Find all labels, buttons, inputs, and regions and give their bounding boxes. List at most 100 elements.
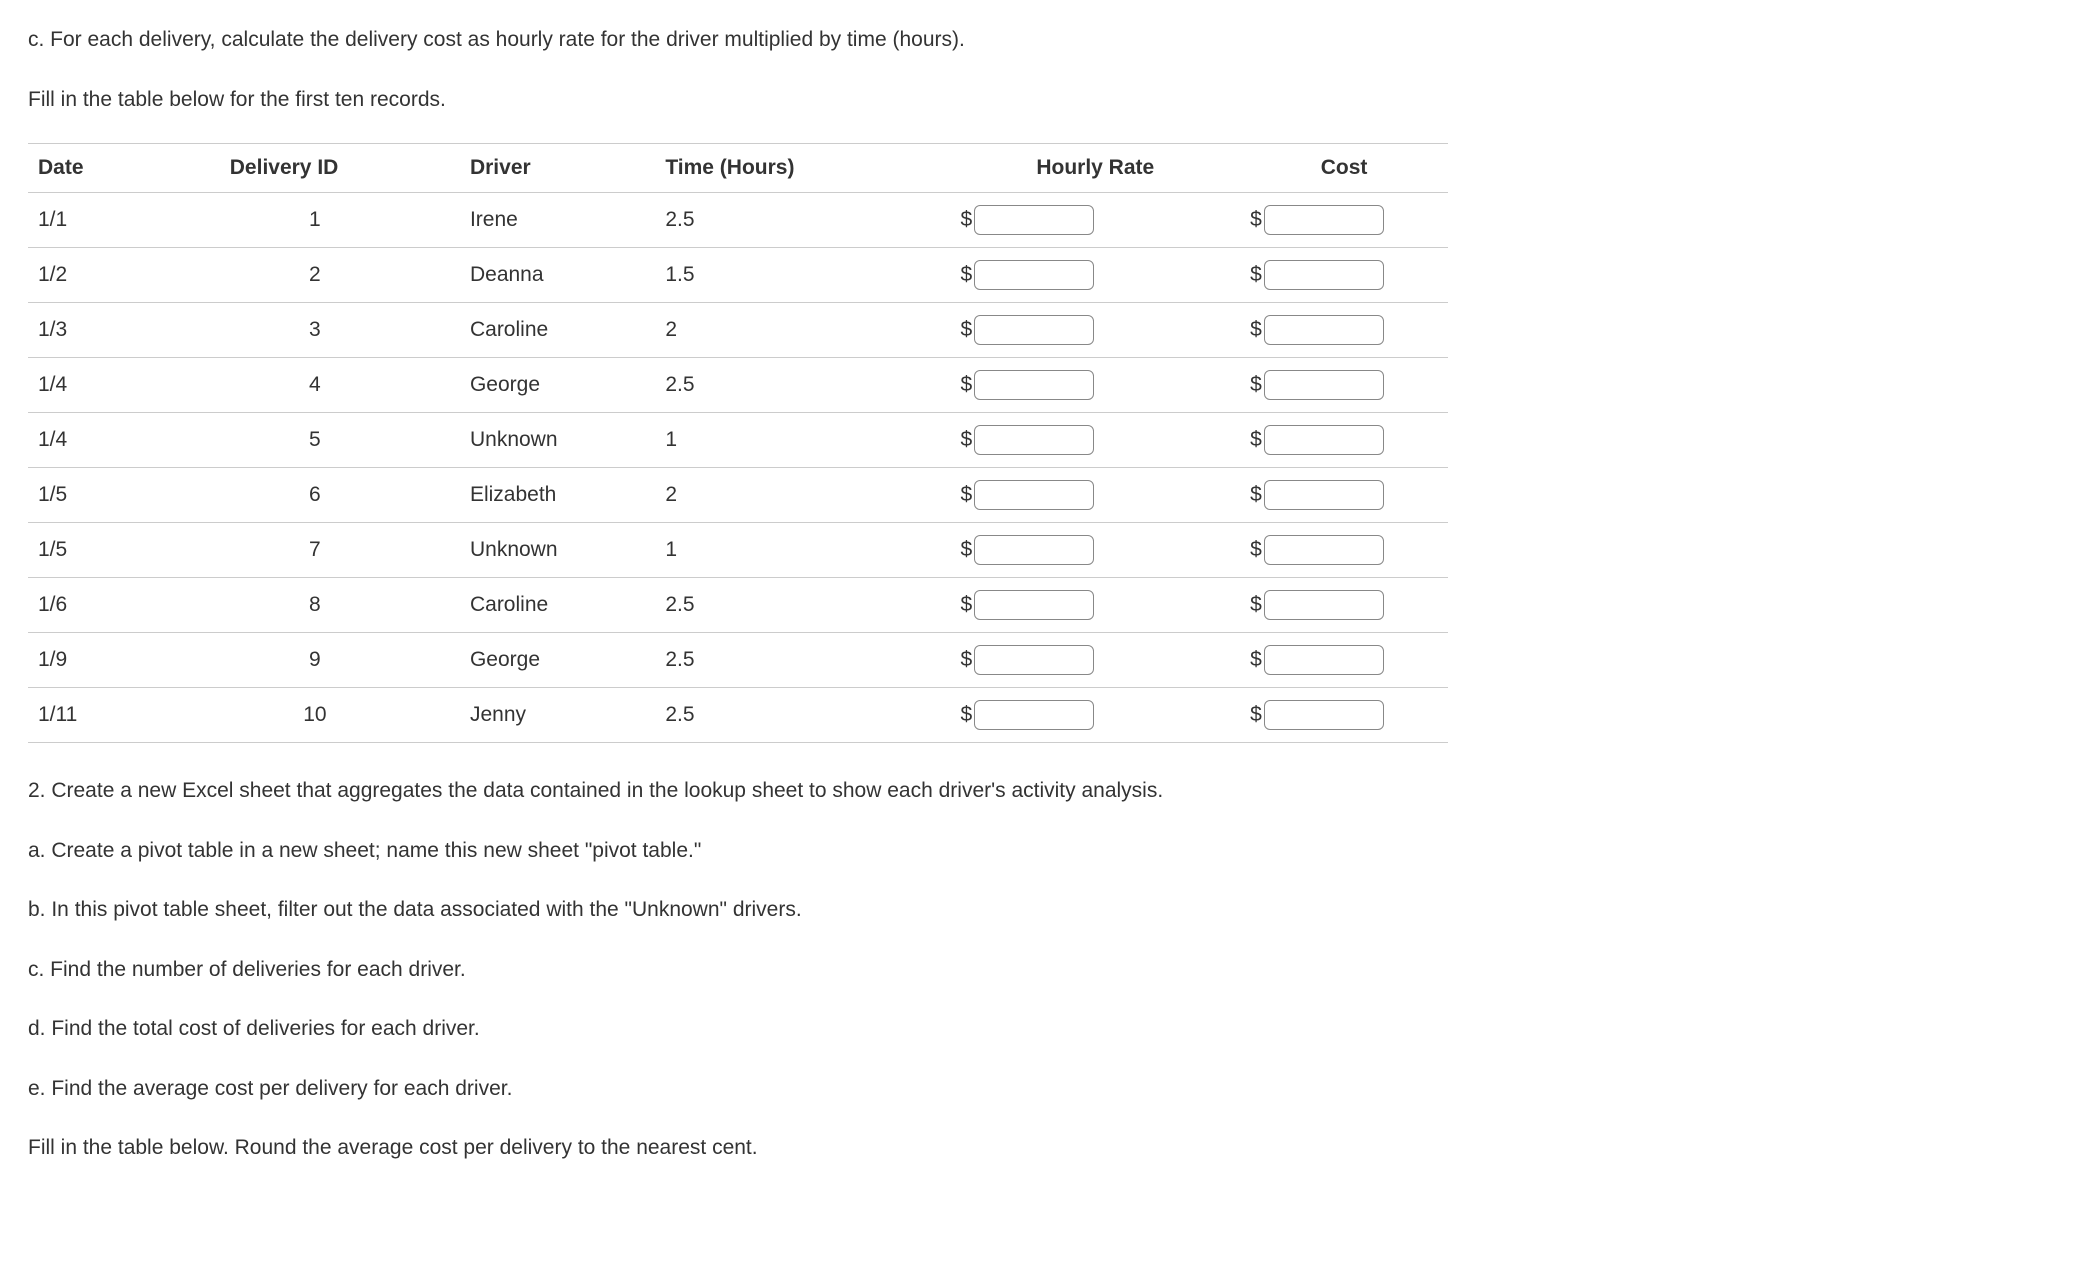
- cost-input[interactable]: [1264, 425, 1384, 455]
- dollar-sign-icon: $: [1250, 648, 1262, 672]
- dollar-sign-icon: $: [960, 318, 972, 342]
- dollar-sign-icon: $: [1250, 593, 1262, 617]
- step-d-text: d. Find the total cost of deliveries for…: [28, 1013, 2066, 1045]
- dollar-sign-icon: $: [960, 593, 972, 617]
- hourly-rate-input[interactable]: [974, 370, 1094, 400]
- cell-time: 1: [655, 523, 950, 578]
- cell-delivery-id: 2: [220, 248, 460, 303]
- cell-date: 1/2: [28, 248, 220, 303]
- cost-input[interactable]: [1264, 205, 1384, 235]
- cell-cost: $: [1240, 468, 1448, 523]
- table-row: 1/56Elizabeth2$$: [28, 468, 1448, 523]
- cell-date: 1/4: [28, 358, 220, 413]
- table-row: 1/99George2.5$$: [28, 633, 1448, 688]
- cell-delivery-id: 10: [220, 688, 460, 743]
- dollar-sign-icon: $: [1250, 373, 1262, 397]
- hourly-rate-input[interactable]: [974, 535, 1094, 565]
- hourly-rate-input[interactable]: [974, 700, 1094, 730]
- cell-cost: $: [1240, 413, 1448, 468]
- cost-input[interactable]: [1264, 260, 1384, 290]
- dollar-sign-icon: $: [1250, 318, 1262, 342]
- cell-delivery-id: 7: [220, 523, 460, 578]
- cell-delivery-id: 9: [220, 633, 460, 688]
- cell-driver: George: [460, 358, 655, 413]
- question-2-text: 2. Create a new Excel sheet that aggrega…: [28, 775, 2066, 807]
- dollar-sign-icon: $: [960, 483, 972, 507]
- cell-date: 1/6: [28, 578, 220, 633]
- cell-hourly-rate: $: [950, 193, 1240, 248]
- cell-hourly-rate: $: [950, 303, 1240, 358]
- dollar-sign-icon: $: [960, 208, 972, 232]
- cell-date: 1/5: [28, 468, 220, 523]
- cell-date: 1/5: [28, 523, 220, 578]
- delivery-table: Date Delivery ID Driver Time (Hours) Hou…: [28, 143, 1448, 743]
- cell-cost: $: [1240, 248, 1448, 303]
- header-driver: Driver: [460, 144, 655, 193]
- dollar-sign-icon: $: [1250, 263, 1262, 287]
- step-c-text: c. Find the number of deliveries for eac…: [28, 954, 2066, 986]
- dollar-sign-icon: $: [1250, 703, 1262, 727]
- cell-time: 1: [655, 413, 950, 468]
- hourly-rate-input[interactable]: [974, 480, 1094, 510]
- cell-time: 2.5: [655, 193, 950, 248]
- table-row: 1/57Unknown1 $ $: [28, 523, 1448, 578]
- hourly-rate-input[interactable]: [974, 425, 1094, 455]
- cell-cost: $: [1240, 688, 1448, 743]
- hourly-rate-input[interactable]: [974, 205, 1094, 235]
- question-c-text: c. For each delivery, calculate the deli…: [28, 24, 2066, 56]
- fill-in-instruction: Fill in the table below for the first te…: [28, 84, 2066, 116]
- cell-date: 1/11: [28, 688, 220, 743]
- cell-date: 1/9: [28, 633, 220, 688]
- header-hourly-rate: Hourly Rate: [950, 144, 1240, 193]
- cell-driver: Irene: [460, 193, 655, 248]
- cell-cost: $: [1240, 193, 1448, 248]
- table-row: 1/11Irene2.5$$: [28, 193, 1448, 248]
- cell-delivery-id: 6: [220, 468, 460, 523]
- cell-time: 2.5: [655, 578, 950, 633]
- cost-input[interactable]: [1264, 645, 1384, 675]
- cost-input[interactable]: [1264, 535, 1384, 565]
- step-e-text: e. Find the average cost per delivery fo…: [28, 1073, 2066, 1105]
- header-date: Date: [28, 144, 220, 193]
- dollar-sign-icon: $: [960, 428, 972, 452]
- cell-time: 2: [655, 303, 950, 358]
- cell-hourly-rate: $: [950, 688, 1240, 743]
- cell-time: 1.5: [655, 248, 950, 303]
- fill-in-round-instruction: Fill in the table below. Round the avera…: [28, 1132, 2066, 1164]
- cell-driver: Caroline: [460, 578, 655, 633]
- hourly-rate-input[interactable]: [974, 645, 1094, 675]
- hourly-rate-input[interactable]: [974, 315, 1094, 345]
- hourly-rate-input[interactable]: [974, 590, 1094, 620]
- cell-cost: $: [1240, 578, 1448, 633]
- dollar-sign-icon: $: [1250, 483, 1262, 507]
- cost-input[interactable]: [1264, 480, 1384, 510]
- cell-time: 2: [655, 468, 950, 523]
- dollar-sign-icon: $: [960, 373, 972, 397]
- cost-input[interactable]: [1264, 700, 1384, 730]
- hourly-rate-input[interactable]: [974, 260, 1094, 290]
- dollar-sign-icon: $: [1250, 428, 1262, 452]
- cell-hourly-rate: $: [950, 468, 1240, 523]
- cell-hourly-rate: $: [950, 248, 1240, 303]
- header-cost: Cost: [1240, 144, 1448, 193]
- cost-input[interactable]: [1264, 315, 1384, 345]
- cell-driver: Unknown: [460, 523, 655, 578]
- cell-delivery-id: 4: [220, 358, 460, 413]
- cost-input[interactable]: [1264, 370, 1384, 400]
- cost-input[interactable]: [1264, 590, 1384, 620]
- dollar-sign-icon: $: [960, 263, 972, 287]
- cell-hourly-rate: $: [950, 578, 1240, 633]
- table-row: 1/33Caroline2$$: [28, 303, 1448, 358]
- dollar-sign-icon: $: [960, 703, 972, 727]
- table-row: 1/22Deanna1.5 $ $: [28, 248, 1448, 303]
- cell-delivery-id: 3: [220, 303, 460, 358]
- dollar-sign-icon: $: [960, 538, 972, 562]
- table-row: 1/44George2.5$$: [28, 358, 1448, 413]
- cell-hourly-rate: $: [950, 413, 1240, 468]
- cell-delivery-id: 1: [220, 193, 460, 248]
- cell-cost: $: [1240, 523, 1448, 578]
- cell-driver: Deanna: [460, 248, 655, 303]
- cell-cost: $: [1240, 303, 1448, 358]
- cell-hourly-rate: $: [950, 633, 1240, 688]
- dollar-sign-icon: $: [1250, 208, 1262, 232]
